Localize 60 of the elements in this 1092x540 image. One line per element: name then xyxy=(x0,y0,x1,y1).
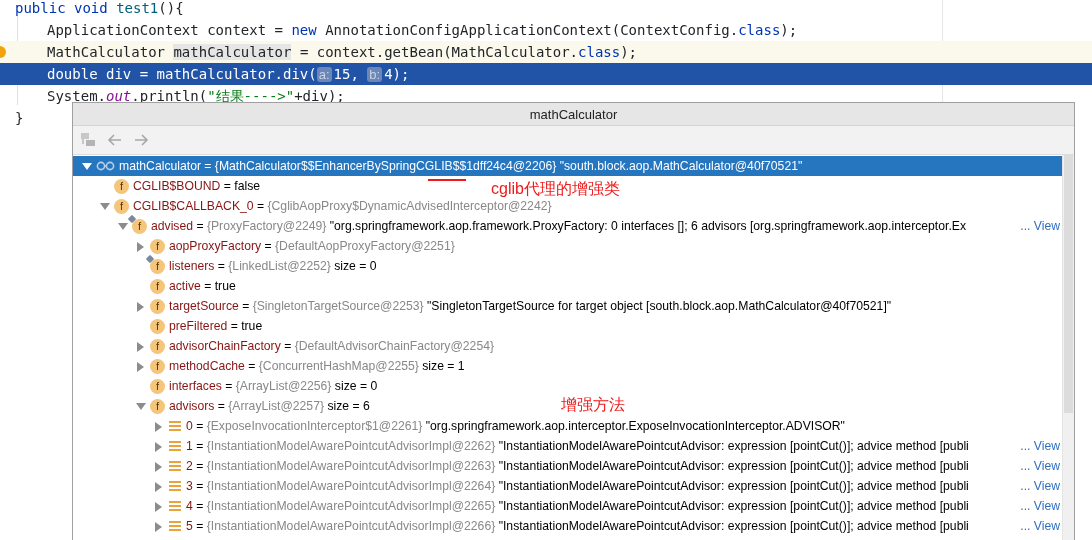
field-icon: f xyxy=(150,238,165,254)
variable-entry: listeners = {LinkedList@2252} size = 0 xyxy=(169,257,377,275)
field-icon: f xyxy=(114,198,129,214)
code-line: ApplicationContext context = new AnnotationConfigApplicationContext(ContextConfig.class); xyxy=(46,21,798,40)
field-icon: f xyxy=(150,378,165,394)
variable-entry: aopProxyFactory = {DefaultAopProxyFactory@2251} xyxy=(169,237,455,255)
variable-entry: mathCalculator = {MathCalculator$$EnhancerBySpringCGLIB$$1dff24c4@2206} "south.block.aop.MathCalculator@40f70521" xyxy=(119,157,803,175)
variable-entry: 2 = {InstantiationModelAwarePointcutAdvisorImpl@2263} "InstantiationModelAwarePointcutAdvisor: expression [pointCut()]; advice method [publi xyxy=(186,457,969,475)
list-element-icon xyxy=(168,440,182,452)
view-link[interactable]: ... View xyxy=(1018,516,1060,536)
scrollbar[interactable] xyxy=(1062,155,1074,540)
tree-icon xyxy=(80,131,98,149)
field-icon: f xyxy=(150,298,165,314)
annotation-note: cglib代理的增强类 xyxy=(491,179,620,199)
variable-entry: methodCache = {ConcurrentHashMap@2255} size = 1 xyxy=(169,357,465,375)
field-icon: f xyxy=(150,358,165,374)
variable-entry: preFiltered = true xyxy=(169,317,263,335)
list-element-icon xyxy=(168,500,182,512)
field-icon: f xyxy=(114,178,129,194)
variable-entry: targetSource = {SingletonTargetSource@2253} "SingletonTargetSource for target object [south.block.aop.MathCalculator@40f70521]" xyxy=(169,297,892,315)
field-icon: f xyxy=(150,278,165,294)
view-link[interactable]: ... View xyxy=(1018,216,1060,236)
list-element-icon xyxy=(168,460,182,472)
view-link[interactable]: ... View xyxy=(1018,476,1060,496)
list-element-icon xyxy=(168,520,182,532)
code-line: } xyxy=(14,109,24,128)
underline-mark xyxy=(428,179,466,181)
variable-entry: 0 = {ExposeInvocationInterceptor$1@2261} "org.springframework.aop.interceptor.ExposeInvocationInterceptor.ADVISOR" xyxy=(186,417,845,435)
variable-entry: advisorChainFactory = {DefaultAdvisorChainFactory@2254} xyxy=(169,337,494,355)
collapse-triangle-icon[interactable] xyxy=(117,220,129,232)
variable-entry: 3 = {InstantiationModelAwarePointcutAdvisorImpl@2264} "InstantiationModelAwarePointcutAdvisor: expression [pointCut()]; advice method [publi xyxy=(186,477,969,495)
variable-entry: advised = {ProxyFactory@2249} "org.springframework.aop.framework.ProxyFactory: 0 interfaces []; 6 advisors [org.springframework.aop.interceptor.Ex xyxy=(151,217,966,235)
view-link[interactable]: ... View xyxy=(1018,436,1060,456)
code-line: System.out.println("结果---->"+div); xyxy=(46,87,345,106)
collapse-triangle-icon[interactable] xyxy=(81,160,93,172)
variable-entry: CGLIB$CALLBACK_0 = {CglibAopProxy$DynamicAdvisedInterceptor@2242} xyxy=(133,197,552,215)
code-line: double div = mathCalculator.div(a: 15, b: 4); xyxy=(46,65,410,84)
collapse-triangle-icon[interactable] xyxy=(99,200,111,212)
collapse-triangle-icon[interactable] xyxy=(135,400,147,412)
annotation-note: 增强方法 xyxy=(561,395,625,415)
scrollbar-thumb[interactable] xyxy=(1064,155,1073,413)
view-link[interactable]: ... View xyxy=(1018,456,1060,476)
field-icon: f xyxy=(150,338,165,354)
variable-entry: interfaces = {ArrayList@2256} size = 0 xyxy=(169,377,378,395)
field-icon: f xyxy=(150,318,165,334)
variable-entry: 4 = {InstantiationModelAwarePointcutAdvisorImpl@2265} "InstantiationModelAwarePointcutAdvisor: expression [pointCut()]; advice method [publi xyxy=(186,497,969,515)
field-icon: f xyxy=(150,398,165,414)
view-link[interactable]: ... View xyxy=(1018,496,1060,516)
popup-title: mathCalculator xyxy=(73,103,1074,126)
list-element-icon xyxy=(168,480,182,492)
variable-entry: advisors = {ArrayList@2257} size = 6 xyxy=(169,397,370,415)
variable-entry: CGLIB$BOUND = false xyxy=(133,177,260,195)
tree-button[interactable] xyxy=(80,131,98,149)
selected-tree-row[interactable]: mathCalculator = {MathCalculator$$EnhancerBySpringCGLIB$$1dff24c4@2206} "south.block.aop.MathCalculator@40f70521" xyxy=(73,156,1062,176)
variable-entry: active = true xyxy=(169,277,236,295)
variable-entry: 1 = {InstantiationModelAwarePointcutAdvisorImpl@2262} "InstantiationModelAwarePointcutAdvisor: expression [pointCut()]; advice method [publi xyxy=(186,437,969,455)
glasses-icon xyxy=(96,160,116,172)
code-line: public void test1(){ xyxy=(14,0,184,18)
variable-entry: 5 = {InstantiationModelAwarePointcutAdvisorImpl@2266} "InstantiationModelAwarePointcutAdvisor: expression [pointCut()]; advice method [publi xyxy=(186,517,969,535)
list-element-icon xyxy=(168,420,182,432)
